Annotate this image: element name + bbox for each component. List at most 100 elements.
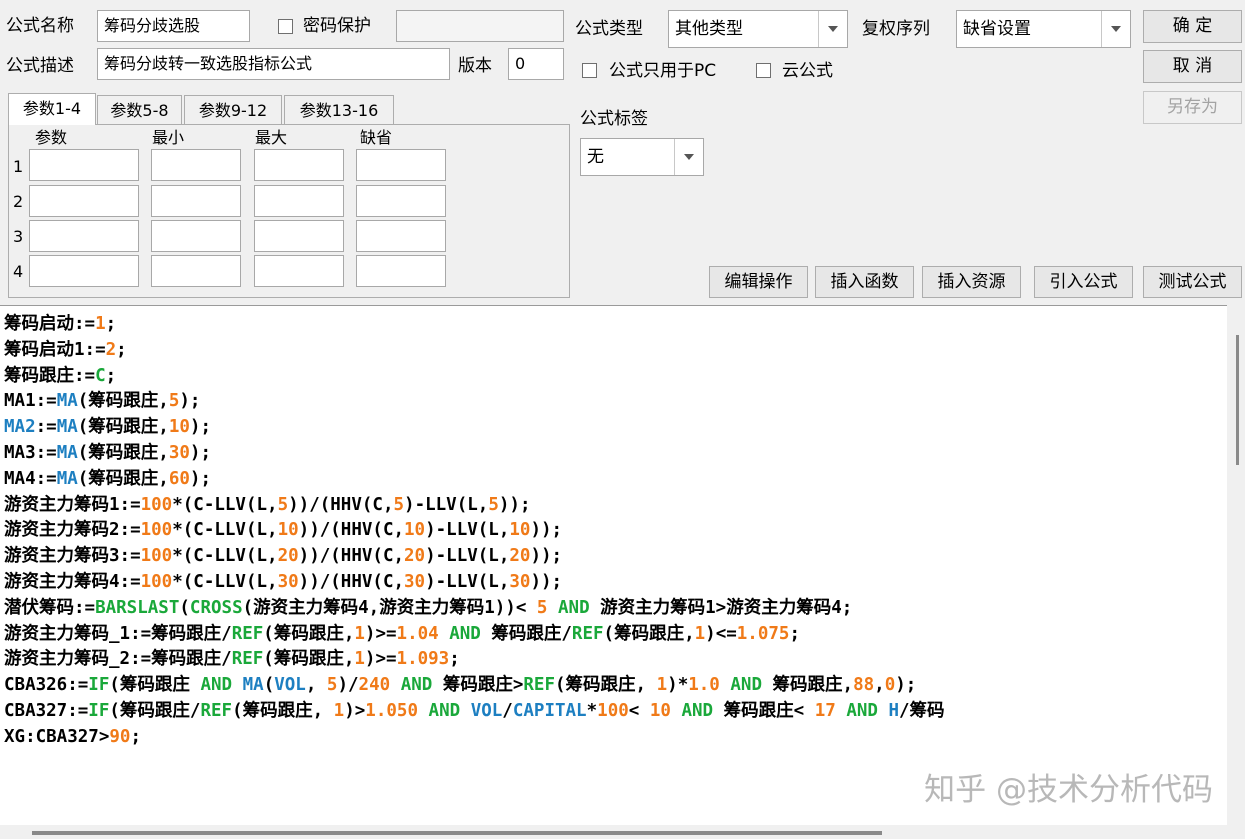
code-token: 潜伏筹码:=	[4, 597, 96, 618]
param-default-input[interactable]	[356, 255, 446, 287]
code-token: (	[263, 675, 275, 696]
code-line: 游资主力筹码3:=100*(C-LLV(L,20))/(HHV(C,20)-LL…	[4, 544, 945, 570]
param-min-input[interactable]	[151, 220, 241, 252]
tab-params-1-4[interactable]: 参数1-4	[8, 93, 96, 125]
password-protect-checkbox[interactable]	[278, 19, 293, 34]
param-min-input[interactable]	[151, 255, 241, 287]
code-token: 游资主力筹码_1:=筹码跟庄/	[4, 623, 232, 644]
param-name-input[interactable]	[29, 220, 139, 252]
code-token: :=	[35, 417, 57, 438]
insert-resource-button[interactable]: 插入资源	[922, 266, 1021, 298]
cloud-formula-checkbox[interactable]	[756, 63, 771, 78]
code-line: CBA326:=IF(筹码跟庄 AND MA(VOL, 5)/240 AND 筹…	[4, 673, 945, 699]
code-token: /	[502, 700, 513, 721]
code-token: ,	[305, 675, 327, 696]
code-token: 筹码跟庄,	[762, 675, 854, 696]
code-token: (筹码跟庄,	[77, 417, 169, 438]
param-default-input[interactable]	[356, 220, 446, 252]
code-token: )>=	[364, 649, 397, 670]
code-line: 潜伏筹码:=BARSLAST(CROSS(游资主力筹码4,游资主力筹码1))< …	[4, 596, 945, 622]
formula-name-label: 公式名称	[6, 16, 74, 36]
code-token: 游资主力筹码1:=	[4, 494, 141, 515]
cancel-button[interactable]: 取 消	[1143, 50, 1242, 83]
import-formula-button[interactable]: 引入公式	[1034, 266, 1133, 298]
save-as-button[interactable]: 另存为	[1143, 91, 1242, 124]
code-token: 10	[168, 417, 190, 438]
code-token: (游资主力筹码4,游资主力筹码1))<	[242, 597, 537, 618]
chevron-down-icon[interactable]	[674, 139, 703, 175]
code-token: 17	[814, 700, 836, 721]
code-token: )-LLV(L,	[425, 546, 510, 567]
code-token: 游资主力筹码4:=	[4, 571, 141, 592]
param-min-input[interactable]	[151, 149, 241, 181]
param-max-input[interactable]	[254, 220, 344, 252]
code-token: AND	[681, 700, 714, 721]
code-token: MA	[56, 468, 78, 489]
formula-type-value: 其他类型	[675, 19, 743, 39]
code-line: MA3:=MA(筹码跟庄,30);	[4, 441, 945, 467]
version-input[interactable]: 0	[508, 48, 564, 80]
code-token: (筹码跟庄/	[109, 700, 201, 721]
code-line: 筹码跟庄:=C;	[4, 364, 945, 390]
param-max-input[interactable]	[254, 185, 344, 217]
formula-tag-select[interactable]: 无	[580, 138, 704, 176]
ok-button[interactable]: 确 定	[1143, 10, 1242, 43]
code-token: ;	[105, 365, 117, 386]
code-token: AND	[449, 623, 481, 644]
code-token: <	[628, 700, 650, 721]
code-token: );	[189, 442, 211, 463]
code-token: /筹码	[899, 700, 945, 721]
tab-params-9-12[interactable]: 参数9-12	[184, 95, 282, 125]
code-token: )<=	[705, 623, 737, 644]
chevron-down-icon[interactable]	[1101, 11, 1130, 47]
insert-function-button[interactable]: 插入函数	[815, 266, 914, 298]
formula-name-input[interactable]: 筹码分歧选股	[97, 10, 250, 42]
param-default-input[interactable]	[356, 149, 446, 181]
param-name-input[interactable]	[29, 185, 139, 217]
code-token: ))/(HHV(C,	[298, 520, 405, 541]
code-token: ;	[105, 314, 117, 334]
test-formula-button[interactable]: 测试公式	[1143, 266, 1242, 298]
param-row-number: 2	[13, 192, 24, 211]
rights-series-select[interactable]: 缺省设置	[956, 10, 1131, 48]
code-token: MA	[56, 417, 78, 438]
code-token: 1.075	[736, 623, 790, 644]
code-token: 1.04	[396, 623, 439, 644]
param-min-input[interactable]	[151, 185, 241, 217]
code-token: 1:=	[74, 339, 106, 360]
password-input[interactable]	[396, 10, 564, 42]
param-name-input[interactable]	[29, 255, 139, 287]
code-token: MA1:=	[4, 391, 57, 412]
edit-operations-button[interactable]: 编辑操作	[709, 266, 808, 298]
param-max-input[interactable]	[254, 149, 344, 181]
code-token: :=	[74, 365, 96, 386]
code-token: 0	[884, 675, 896, 696]
code-token: 筹码跟庄<	[713, 700, 815, 721]
formula-desc-input[interactable]: 筹码分歧转一致选股指标公式	[97, 48, 450, 80]
formula-type-select[interactable]: 其他类型	[668, 10, 848, 48]
code-token: );	[189, 468, 211, 489]
code-token: CROSS	[189, 597, 243, 618]
chevron-down-icon[interactable]	[818, 11, 847, 47]
param-max-input[interactable]	[254, 255, 344, 287]
code-token: (筹码跟庄,	[263, 623, 355, 644]
code-token: 30	[277, 571, 299, 592]
vertical-scrollbar-thumb[interactable]	[1236, 335, 1239, 465]
tab-params-5-8[interactable]: 参数5-8	[97, 95, 182, 125]
code-token: ;	[116, 339, 127, 360]
code-token: 20	[404, 546, 426, 567]
code-token: )/	[337, 675, 359, 696]
param-name-input[interactable]	[29, 149, 139, 181]
tab-params-13-16[interactable]: 参数13-16	[284, 95, 394, 125]
pc-only-checkbox[interactable]	[582, 63, 597, 78]
code-token: ))/(HHV(C,	[298, 546, 405, 567]
horizontal-scrollbar-thumb[interactable]	[32, 831, 882, 835]
formula-code-editor[interactable]: 筹码启动:=1; 筹码启动1:=2; 筹码跟庄:=C; MA1:=MA(筹码跟庄,5)…	[0, 305, 1245, 839]
code-token: 30	[404, 571, 426, 592]
param-default-input[interactable]	[356, 185, 446, 217]
code-token: *(C-LLV(L,	[172, 520, 278, 541]
code-token: );	[895, 675, 917, 696]
